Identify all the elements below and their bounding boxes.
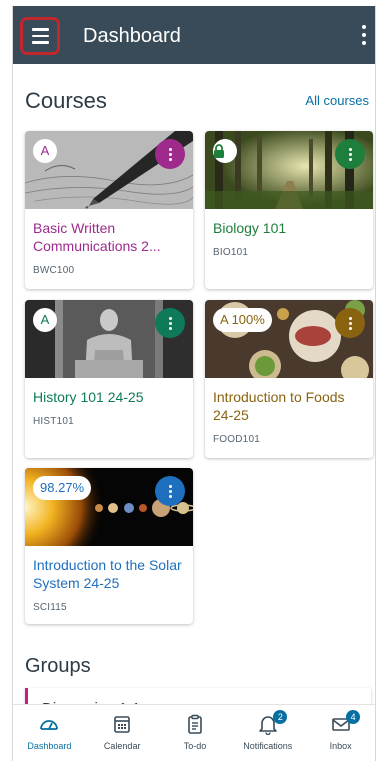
course-name: History 101 24-25 [33, 389, 144, 405]
courses-heading: Courses [25, 88, 107, 113]
tab-todo[interactable]: To-do [159, 705, 232, 761]
notifications-badge: 2 [273, 710, 288, 724]
course-name: Biology 101 [213, 220, 287, 236]
page-title: Dashboard [83, 25, 181, 47]
groups-heading: Groups [25, 655, 91, 677]
more-vertical-icon[interactable] [361, 25, 367, 45]
app-frame: Dashboard Courses All courses A Basic Wr… [12, 6, 376, 761]
tab-inbox[interactable]: 4 Inbox [304, 705, 375, 761]
tab-label: Calendar [103, 741, 141, 751]
clipboard-icon [188, 714, 202, 734]
course-options-button[interactable] [155, 476, 185, 506]
course-image-food: A 100% [205, 300, 373, 378]
tab-label: To-do [183, 741, 207, 751]
course-options-button[interactable] [335, 139, 365, 169]
tab-label: Inbox [329, 741, 352, 751]
dashboard-icon [40, 720, 59, 730]
course-card-sci115[interactable]: 98.27% Introduction to the Solar System … [25, 468, 193, 624]
course-name: Introduction to Foods 24-25 [213, 389, 345, 423]
course-options-button[interactable] [155, 308, 185, 338]
tab-notifications[interactable]: 2 Notifications [231, 705, 304, 761]
tab-label: Dashboard [27, 741, 72, 751]
tab-calendar[interactable]: Calendar [86, 705, 159, 761]
course-image-forest [205, 131, 373, 209]
course-image-statue: A [25, 300, 193, 378]
course-code: FOOD101 [213, 434, 260, 445]
grade-badge: A 100% [213, 308, 272, 332]
course-card-bwc100[interactable]: A Basic Written Communications 2... BWC1… [25, 131, 193, 289]
course-code: BIO101 [213, 247, 249, 258]
course-card-hist101[interactable]: A History 101 24-25 HIST101 [25, 300, 193, 458]
course-card-bio101[interactable]: Biology 101 BIO101 [205, 131, 373, 289]
grade-badge: A [33, 308, 57, 332]
tab-dashboard[interactable]: Dashboard [13, 705, 86, 761]
course-name: Basic Written Communications 2... [33, 220, 161, 254]
course-code: BWC100 [33, 265, 75, 276]
hamburger-icon[interactable] [20, 17, 60, 55]
grade-badge: 98.27% [33, 476, 92, 500]
inbox-badge: 4 [346, 710, 361, 724]
course-card-food101[interactable]: A 100% Introduction to Foods 24-25 FOOD1… [205, 300, 373, 458]
top-bar: Dashboard [13, 6, 375, 64]
lock-icon [213, 139, 237, 163]
course-options-button[interactable] [155, 139, 185, 169]
bottom-tab-bar: Dashboard Calendar To-do 2 Notifications… [13, 704, 375, 761]
grade-badge: A [33, 139, 57, 163]
tab-label: Notifications [243, 741, 293, 751]
all-courses-link[interactable]: All courses [305, 93, 369, 108]
course-code: HIST101 [33, 416, 74, 427]
course-name: Introduction to the Solar System 24-25 [33, 557, 182, 591]
calendar-icon [114, 716, 130, 733]
course-options-button[interactable] [335, 308, 365, 338]
course-image-pen: A [25, 131, 193, 209]
course-code: SCI115 [33, 602, 67, 613]
course-image-planets: 98.27% [25, 468, 193, 546]
